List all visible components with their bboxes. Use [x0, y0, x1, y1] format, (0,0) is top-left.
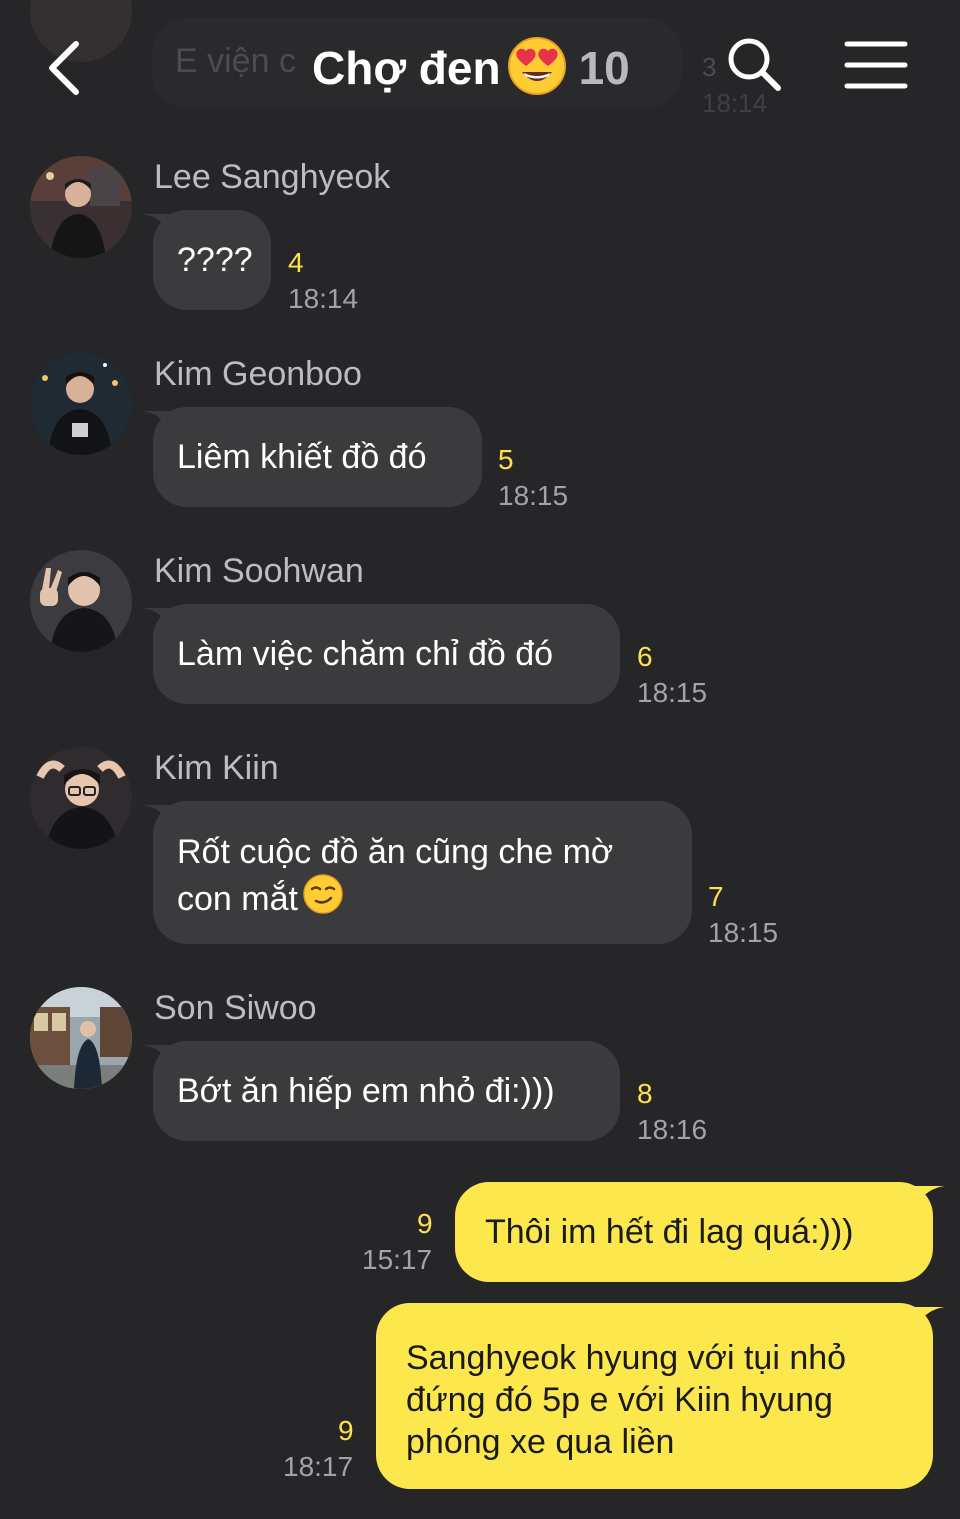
sender-name: Lee Sanghyeok [154, 158, 391, 196]
my-message-bubble[interactable]: Sanghyeok hyung với tụi nhỏ đứng đó 5p e… [376, 1303, 933, 1489]
message-text-line: Rốt cuộc đồ ăn cũng che mờ [177, 833, 614, 871]
heart-eyes-emoji [507, 36, 567, 101]
unread-count: 9 [417, 1208, 433, 1239]
message-time: 18:15 [637, 677, 708, 708]
unread-count: 8 [637, 1078, 653, 1109]
message-text-line: con mắt [177, 873, 613, 925]
message-bubble[interactable]: Liêm khiết đồ đó [153, 407, 482, 507]
message-bubble[interactable]: Làm việc chăm chỉ đồ đó [153, 604, 620, 704]
back-icon [49, 41, 79, 95]
my-message-bubble[interactable]: Thôi im hết đi lag quá:))) [455, 1182, 933, 1282]
search-icon [728, 38, 781, 91]
unread-count: 4 [288, 247, 304, 278]
message-time: 18:15 [498, 480, 569, 511]
menu-button[interactable] [844, 40, 908, 90]
message-time: 18:15 [708, 917, 779, 948]
avatar-lee-sanghyeok[interactable] [30, 156, 132, 258]
chat-title-text: Chợ đen [312, 42, 501, 94]
bubble-tail [915, 1307, 945, 1327]
avatar-kim-soohwan[interactable] [30, 550, 132, 652]
unread-count: 7 [708, 881, 724, 912]
avatar-kim-geonboo[interactable] [30, 353, 132, 455]
message-bubble[interactable]: ???? [153, 210, 271, 310]
back-button[interactable] [40, 36, 96, 100]
message-time: 18:16 [637, 1114, 708, 1145]
search-button[interactable] [724, 34, 784, 94]
previous-message-count: 3 [702, 52, 717, 82]
message-time: 18:14 [288, 283, 359, 314]
message-text-line-2: con mắt [177, 880, 298, 918]
message-text: Làm việc chăm chỉ đồ đó [177, 635, 554, 673]
message-time: 15:17 [362, 1244, 433, 1275]
chat-header: E viện c 3 18:14 Chợ đen 10 [0, 0, 960, 130]
bubble-tail [915, 1186, 945, 1206]
member-count: 10 [578, 42, 630, 94]
message-text: Rốt cuộc đồ ăn cũng che mờ con mắt [177, 831, 613, 925]
sender-name: Kim Soohwan [154, 552, 364, 590]
avatar-son-siwoo[interactable] [30, 987, 132, 1089]
message-text: Liêm khiết đồ đó [177, 438, 427, 476]
menu-icon [844, 41, 908, 89]
unread-count: 6 [637, 641, 653, 672]
sender-name: Kim Kiin [154, 749, 279, 787]
unread-count: 5 [498, 444, 514, 475]
message-bubble[interactable]: Rốt cuộc đồ ăn cũng che mờ con mắt [153, 801, 692, 944]
my-message-text: Sanghyeok hyung với tụi nhỏ đứng đó 5p e… [406, 1339, 847, 1461]
message-text: Bớt ăn hiếp em nhỏ đi:))) [177, 1072, 555, 1110]
avatar-kim-kiin[interactable] [30, 747, 132, 849]
smirk-emoji [302, 873, 344, 925]
unread-count: 9 [338, 1415, 354, 1446]
sender-name: Kim Geonboo [154, 355, 362, 393]
message-bubble[interactable]: Bớt ăn hiếp em nhỏ đi:))) [153, 1041, 620, 1141]
sender-name: Son Siwoo [154, 989, 317, 1027]
message-time: 18:17 [283, 1451, 354, 1482]
message-text: ???? [177, 241, 253, 279]
my-message-text: Thôi im hết đi lag quá:))) [485, 1213, 854, 1251]
chat-title[interactable]: Chợ đen 10 [312, 36, 630, 100]
